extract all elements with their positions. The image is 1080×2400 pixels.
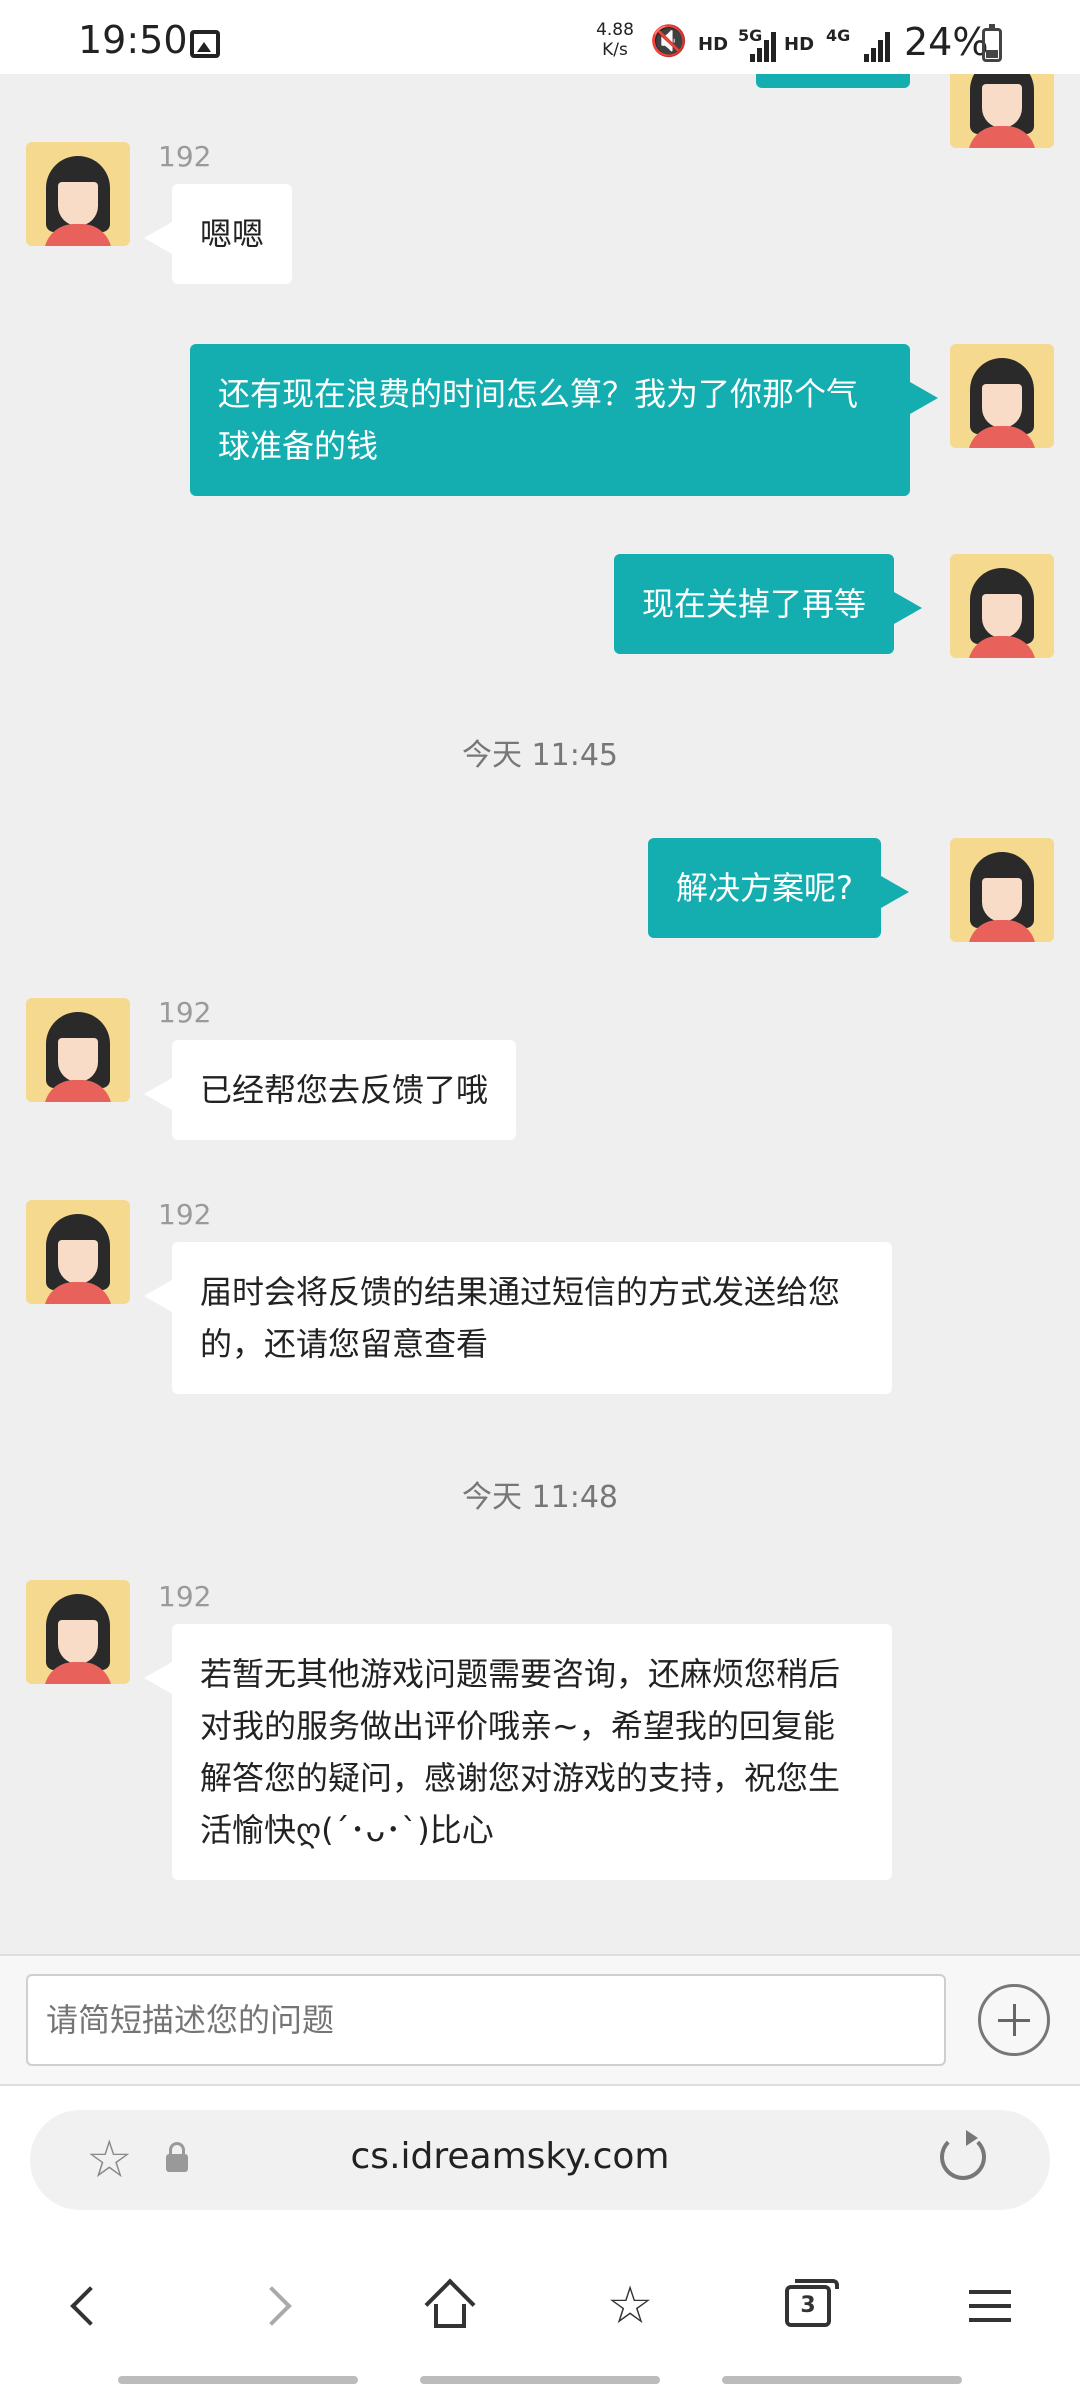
status-time: 19:50 <box>78 18 188 62</box>
net-speed-value: 4.88 <box>596 20 634 40</box>
bookmarks-button[interactable]: ☆ <box>580 2256 680 2356</box>
battery-icon <box>982 24 1002 62</box>
menu-button[interactable] <box>940 2256 1040 2356</box>
forward-icon <box>252 2286 292 2326</box>
menu-icon <box>969 2290 1011 2322</box>
avatar <box>950 344 1054 448</box>
plus-icon[interactable] <box>978 1984 1050 2056</box>
browser-toolbar: ☆ cs.idreamsky.com ☆ 3 <box>0 2086 1080 2400</box>
hd-badge-1: HD <box>698 34 729 55</box>
message-bubble-outgoing[interactable]: 还有现在浪费的时间怎么算？我为了你那个气球准备的钱 <box>190 344 938 496</box>
gesture-bar <box>722 2376 962 2384</box>
signal-bars-1-icon <box>748 28 778 62</box>
gallery-icon <box>190 30 220 58</box>
avatar <box>950 554 1054 658</box>
message-bubble-incoming[interactable]: 嗯嗯 <box>143 184 293 284</box>
screen: 19:50 4.88 K/s 🔇 HD 5G HD 4G 24% 192 嗯嗯 … <box>0 0 1080 2400</box>
network-4g-label: 4G <box>826 26 851 45</box>
tabs-icon: 3 <box>785 2279 839 2327</box>
avatar[interactable] <box>26 1200 130 1304</box>
signal-bars-2-icon <box>862 28 892 62</box>
gesture-bar <box>118 2376 358 2384</box>
url-text[interactable]: cs.idreamsky.com <box>230 2136 790 2177</box>
gesture-bar <box>420 2376 660 2384</box>
browser-nav-bar: ☆ 3 <box>0 2256 1080 2356</box>
sender-name: 192 <box>158 140 212 173</box>
sender-name: 192 <box>158 996 212 1029</box>
lock-icon[interactable] <box>166 2142 188 2172</box>
back-icon <box>70 2286 110 2326</box>
mute-icon: 🔇 <box>650 24 688 59</box>
avatar[interactable] <box>26 998 130 1102</box>
message-bubble-outgoing[interactable]: 解决方案呢? <box>648 838 909 938</box>
message-bubble-incoming[interactable]: 若暂无其他游戏问题需要咨询，还麻烦您稍后对我的服务做出评价哦亲~，希望我的回复能… <box>144 1624 892 1880</box>
back-button[interactable] <box>40 2256 140 2356</box>
reload-icon[interactable] <box>940 2130 986 2180</box>
message-input-bar <box>0 1954 1080 2086</box>
sender-name: 192 <box>158 1580 212 1613</box>
timestamp: 今天 11:48 <box>462 1480 618 1515</box>
address-bar[interactable]: ☆ cs.idreamsky.com <box>30 2110 1050 2210</box>
sender-name: 192 <box>158 1198 212 1231</box>
avatar <box>950 74 1054 148</box>
battery-percent: 24% <box>904 20 989 64</box>
timestamp: 今天 11:45 <box>462 738 618 773</box>
hd-badge-2: HD <box>784 34 815 55</box>
message-input[interactable] <box>26 1974 946 2066</box>
forward-button[interactable] <box>222 2256 322 2356</box>
message-bubble-outgoing[interactable]: 现在关掉了再等 <box>614 554 923 654</box>
bookmarks-icon: ☆ <box>606 2276 654 2336</box>
home-icon <box>424 2278 476 2330</box>
chat-area[interactable]: 192 嗯嗯 还有现在浪费的时间怎么算？我为了你那个气球准备的钱 现在关掉了再等… <box>0 74 1080 1954</box>
avatar <box>950 838 1054 942</box>
home-button[interactable] <box>400 2256 500 2356</box>
message-bubble-incoming[interactable]: 已经帮您去反馈了哦 <box>143 1040 517 1140</box>
avatar[interactable] <box>26 142 130 246</box>
avatar[interactable] <box>26 1580 130 1684</box>
message-bubble-incoming[interactable]: 届时会将反馈的结果通过短信的方式发送给您的，还请您留意查看 <box>144 1242 892 1394</box>
net-speed: 4.88 K/s <box>590 20 640 60</box>
net-speed-unit: K/s <box>602 40 628 60</box>
partial-outgoing-bubble <box>756 74 910 88</box>
star-icon[interactable]: ☆ <box>86 2132 133 2188</box>
status-bar: 19:50 4.88 K/s 🔇 HD 5G HD 4G 24% <box>0 0 1080 74</box>
tabs-button[interactable]: 3 <box>758 2256 858 2356</box>
